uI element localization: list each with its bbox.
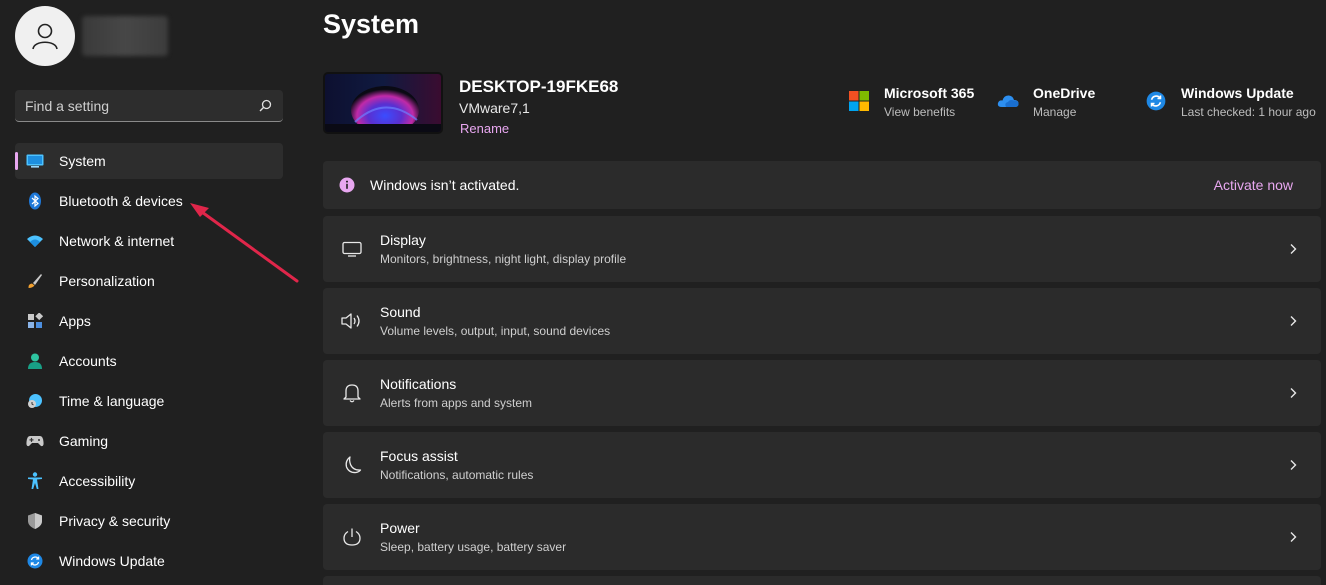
sidebar-item-label: Accounts	[59, 353, 117, 369]
settings-card-next-partial[interactable]	[323, 576, 1321, 585]
quick-link-onedrive[interactable]: OneDrive Manage	[997, 85, 1095, 119]
chevron-right-icon	[1290, 460, 1297, 470]
card-title: Notifications	[380, 376, 457, 392]
sidebar-item-label: Privacy & security	[59, 513, 171, 529]
settings-card-notifications[interactable]: Notifications Alerts from apps and syste…	[323, 360, 1321, 426]
card-subtitle: Alerts from apps and system	[380, 396, 533, 410]
card-subtitle: Sleep, battery usage, battery saver	[380, 540, 567, 554]
sidebar-item-accounts[interactable]: Accounts	[15, 343, 283, 379]
annotation-arrow-icon	[190, 203, 299, 283]
user-avatar[interactable]	[15, 6, 75, 66]
sidebar-item-label: Bluetooth & devices	[59, 193, 183, 209]
sidebar-item-time-language[interactable]: Time & language	[15, 383, 283, 419]
quick-link-title: Microsoft 365	[884, 85, 975, 101]
card-title: Focus assist	[380, 448, 458, 464]
person-icon	[25, 351, 45, 371]
sidebar-item-gaming[interactable]: Gaming	[15, 423, 283, 459]
brush-icon	[25, 271, 45, 291]
gamepad-icon	[25, 431, 45, 451]
sidebar-item-label: Accessibility	[59, 473, 136, 489]
sidebar-item-windows-update[interactable]: Windows Update	[15, 543, 283, 579]
quick-link-windows-update[interactable]: Windows Update Last checked: 1 hour ago	[1145, 85, 1316, 119]
sidebar-item-label: Personalization	[59, 273, 155, 289]
search-input[interactable]	[25, 97, 257, 114]
sidebar-item-apps[interactable]: Apps	[15, 303, 283, 339]
info-icon	[339, 177, 355, 193]
quick-link-microsoft-365[interactable]: Microsoft 365 View benefits	[848, 85, 974, 119]
card-title: Power	[380, 520, 420, 536]
sidebar: System Bluetooth & devices Network & int…	[0, 0, 300, 585]
chevron-right-icon	[1290, 532, 1297, 542]
clock-globe-icon	[25, 391, 45, 411]
activation-message: Windows isn’t activated.	[370, 177, 520, 193]
quick-link-title: OneDrive	[1033, 85, 1096, 101]
search-box[interactable]	[15, 90, 283, 122]
sidebar-item-label: Gaming	[59, 433, 109, 449]
chevron-right-icon	[1290, 244, 1297, 254]
sidebar-item-accessibility[interactable]: Accessibility	[15, 463, 283, 499]
apps-icon	[25, 311, 45, 331]
page-title: System	[323, 9, 420, 39]
sidebar-item-label: Windows Update	[59, 553, 165, 569]
power-icon	[341, 526, 363, 548]
device-wallpaper-thumbnail	[323, 72, 443, 134]
quick-link-title: Windows Update	[1181, 85, 1294, 101]
display-icon	[341, 238, 363, 260]
sidebar-item-label: Network & internet	[59, 233, 175, 249]
speaker-icon	[341, 310, 363, 332]
person-icon	[32, 23, 58, 50]
shield-icon	[25, 511, 45, 531]
device-name: DESKTOP-19FKE68	[459, 77, 619, 96]
rename-link[interactable]: Rename	[460, 121, 509, 136]
microsoft-logo-icon	[848, 90, 870, 112]
accessibility-icon	[25, 471, 45, 491]
moon-icon	[341, 454, 363, 476]
quick-link-subtitle: View benefits	[884, 105, 956, 119]
update-icon	[25, 551, 45, 571]
card-subtitle: Volume levels, output, input, sound devi…	[380, 324, 611, 338]
settings-card-focus-assist[interactable]: Focus assist Notifications, automatic ru…	[323, 432, 1321, 498]
monitor-icon	[25, 151, 45, 171]
cloud-icon	[997, 90, 1019, 112]
settings-card-sound[interactable]: Sound Volume levels, output, input, soun…	[323, 288, 1321, 354]
sidebar-item-label: Time & language	[59, 393, 165, 409]
search-icon[interactable]	[257, 98, 273, 114]
card-subtitle: Notifications, automatic rules	[380, 468, 534, 482]
settings-card-power[interactable]: Power Sleep, battery usage, battery save…	[323, 504, 1321, 570]
activate-now-link[interactable]: Activate now	[1214, 177, 1293, 193]
wifi-icon	[25, 231, 45, 251]
settings-card-display[interactable]: Display Monitors, brightness, night ligh…	[323, 216, 1321, 282]
chevron-right-icon	[1290, 316, 1297, 326]
bell-icon	[341, 382, 363, 404]
sidebar-item-label: Apps	[59, 313, 91, 329]
quick-link-subtitle: Last checked: 1 hour ago	[1181, 105, 1316, 119]
chevron-right-icon	[1290, 388, 1297, 398]
user-name-redacted	[82, 16, 168, 56]
bluetooth-icon	[25, 191, 45, 211]
sidebar-item-system[interactable]: System	[15, 143, 283, 179]
update-icon	[1145, 90, 1167, 112]
sidebar-item-privacy-security[interactable]: Privacy & security	[15, 503, 283, 539]
quick-link-subtitle: Manage	[1033, 105, 1077, 119]
card-title: Sound	[380, 304, 421, 320]
card-title: Display	[380, 232, 426, 248]
device-model: VMware7,1	[459, 100, 530, 116]
activation-banner: Windows isn’t activated. Activate now	[323, 161, 1321, 209]
card-subtitle: Monitors, brightness, night light, displ…	[380, 252, 627, 266]
sidebar-item-label: System	[59, 153, 106, 169]
